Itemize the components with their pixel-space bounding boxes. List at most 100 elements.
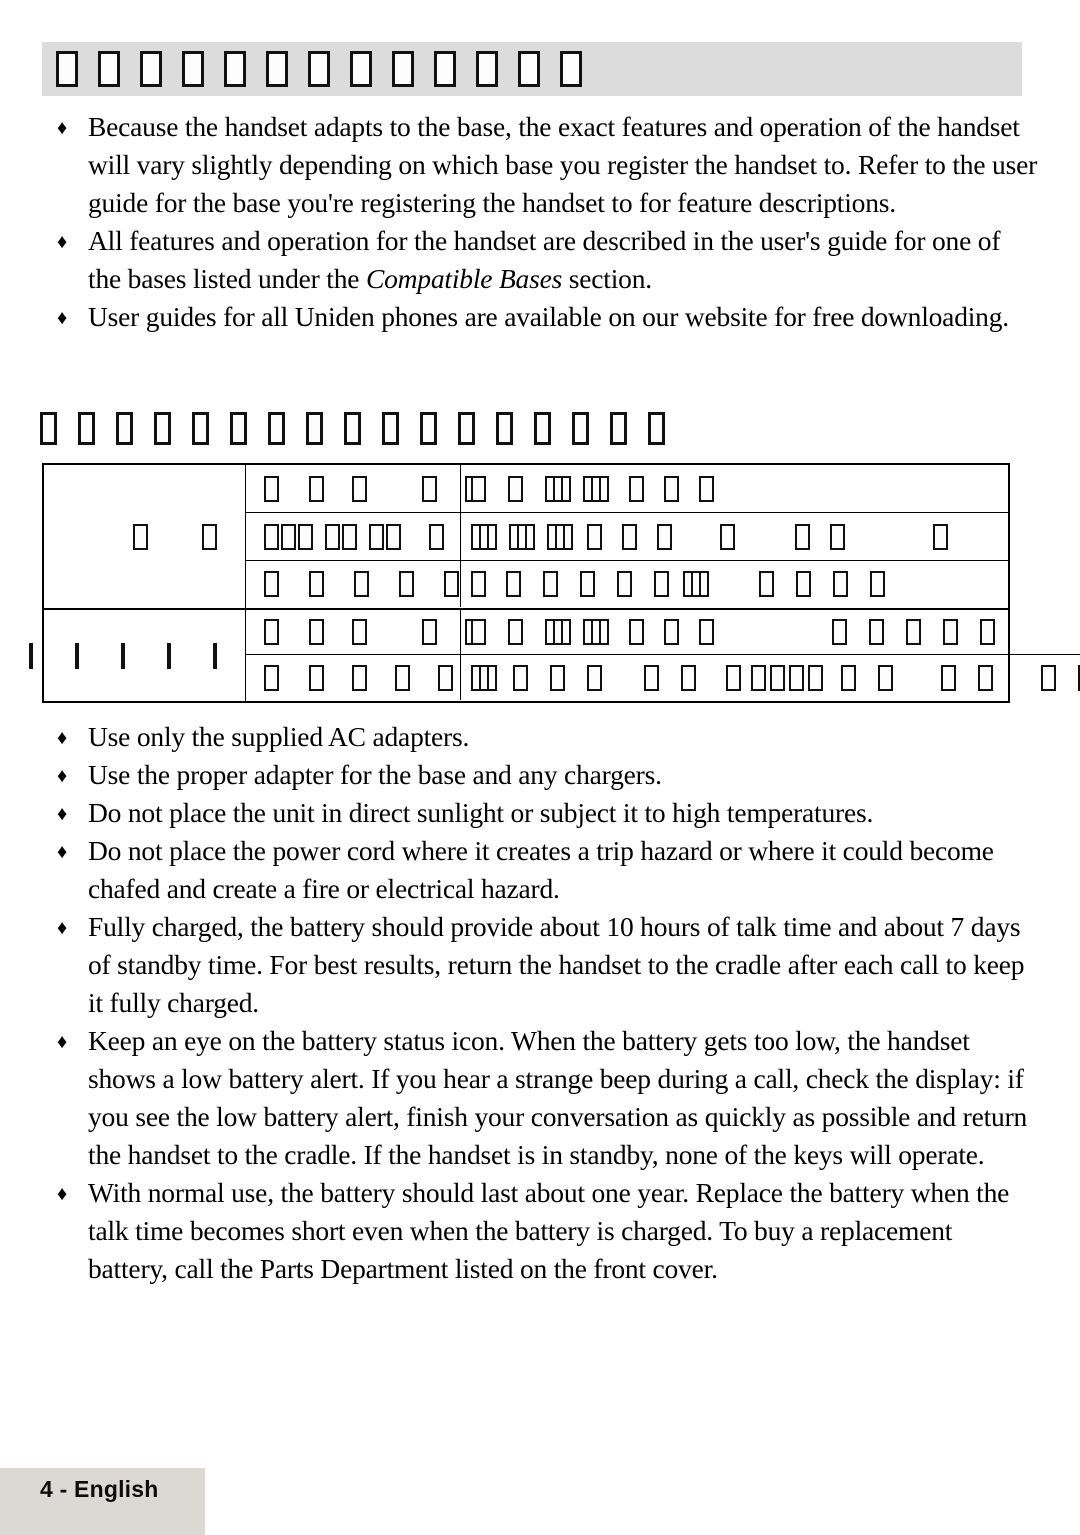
missing-glyph-box [369,523,384,550]
missing-glyph-box [518,51,540,87]
missing-glyph-box [309,664,324,691]
missing-glyph-box [583,619,609,645]
specifications-table [29,463,1080,703]
missing-glyph-box [75,643,79,669]
missing-glyph-box [325,523,340,550]
list-item: ♦ With normal use, the battery should la… [48,1174,1038,1288]
missing-glyph-box [648,411,665,445]
missing-glyph-box [699,619,714,645]
missing-glyph-box [547,523,573,550]
missing-glyph-box [434,51,456,87]
list-item-text: All features and operation for the hands… [88,225,1000,294]
missing-glyph-box [264,475,279,502]
missing-glyph-box [545,619,571,645]
table-row-body [246,610,1080,702]
missing-glyph-box [476,51,498,87]
missing-glyph-box [350,51,372,87]
missing-glyph-box [116,411,133,445]
missing-glyph-box [941,664,956,691]
section-heading-secondary [40,408,686,448]
missing-glyph-box [506,571,521,597]
table-row [44,465,1008,610]
missing-glyph-box [213,643,217,669]
diamond-bullet-icon: ♦ [57,307,68,329]
missing-glyph-box [572,411,589,445]
missing-glyph-box [471,571,486,597]
table-cell [461,655,1080,700]
missing-glyph-box [281,523,296,550]
missing-glyph-box [751,664,766,691]
diamond-bullet-icon: ♦ [57,231,68,253]
list-item: ♦ Keep an eye on the battery status icon… [48,1022,1038,1174]
missing-glyph-box [833,571,848,597]
list-item: ♦ Do not place the unit in direct sunlig… [48,794,1038,832]
missing-glyph-box [560,51,582,87]
missing-glyph-box [352,664,367,691]
missing-glyph-box [264,619,279,645]
diamond-bullet-icon: ♦ [57,765,68,787]
table-cell [246,610,480,654]
heading-secondary-glyphs [40,411,686,445]
missing-glyph-box [471,523,497,550]
missing-glyph-box [352,619,367,645]
missing-glyph-box [683,571,709,597]
list-item-text: Do not place the power cord where it cre… [88,835,994,904]
list-item: ♦ Because the handset adapts to the base… [48,108,1038,222]
table-cell [246,655,496,700]
list-item-text: Because the handset adapts to the base, … [88,111,1038,218]
missing-glyph-box [943,619,958,645]
missing-glyph-box [699,475,714,502]
page-footer-band: 4 - English [0,1468,205,1535]
missing-glyph-box [587,664,602,691]
diamond-bullet-icon: ♦ [57,803,68,825]
list-item: ♦ Fully charged, the battery should prov… [48,908,1038,1022]
missing-glyph-box [471,664,497,691]
missing-glyph-box [587,523,602,550]
table-cell [461,610,1080,654]
missing-glyph-box [29,643,33,669]
missing-glyph-box [268,411,285,445]
missing-glyph-box [264,664,279,691]
intro-bullet-list: ♦ Because the handset adapts to the base… [48,108,1038,336]
missing-glyph-box [306,411,323,445]
page-number-label: 4 - English [40,1476,159,1502]
list-item-text: Use the proper adapter for the base and … [88,759,662,790]
missing-glyph-box [759,571,774,597]
list-item-text: User guides for all Uniden phones are av… [88,301,1009,332]
missing-glyph-box [508,475,523,502]
missing-glyph-box [543,571,558,597]
missing-glyph-box [789,664,804,691]
missing-glyph-box [352,475,367,502]
list-item-text: Do not place the unit in direct sunlight… [88,797,874,828]
diamond-bullet-icon: ♦ [57,727,68,749]
table-cell [461,561,1008,607]
safety-bullet-list: ♦ Use only the supplied AC adapters. ♦ U… [48,718,1038,1288]
missing-glyph-box [422,475,437,502]
missing-glyph-box [654,571,669,597]
missing-glyph-box [420,411,437,445]
missing-glyph-box [980,619,995,645]
missing-glyph-box [580,571,595,597]
missing-glyph-box [309,571,324,597]
diamond-bullet-icon: ♦ [57,1031,68,1053]
table-row-label [29,610,246,702]
list-item: ♦ All features and operation for the han… [48,222,1038,298]
missing-glyph-box [681,664,696,691]
table-subrow [246,513,1008,561]
table-cell [246,513,461,560]
list-item: ♦ Do not place the power cord where it c… [48,832,1038,908]
missing-glyph-box [496,411,513,445]
missing-glyph-box [202,523,217,550]
missing-glyph-box [796,571,811,597]
missing-glyph-box [140,51,162,87]
list-item-text: Use only the supplied AC adapters. [88,721,470,752]
missing-glyph-box [438,664,453,691]
missing-glyph-box [508,619,523,645]
missing-glyph-box [629,475,644,502]
missing-glyph-box [264,571,279,597]
missing-glyph-box [657,523,672,550]
missing-glyph-box [56,51,78,87]
missing-glyph-box [266,51,288,87]
missing-glyph-box [720,523,735,550]
missing-glyph-box [354,571,369,597]
